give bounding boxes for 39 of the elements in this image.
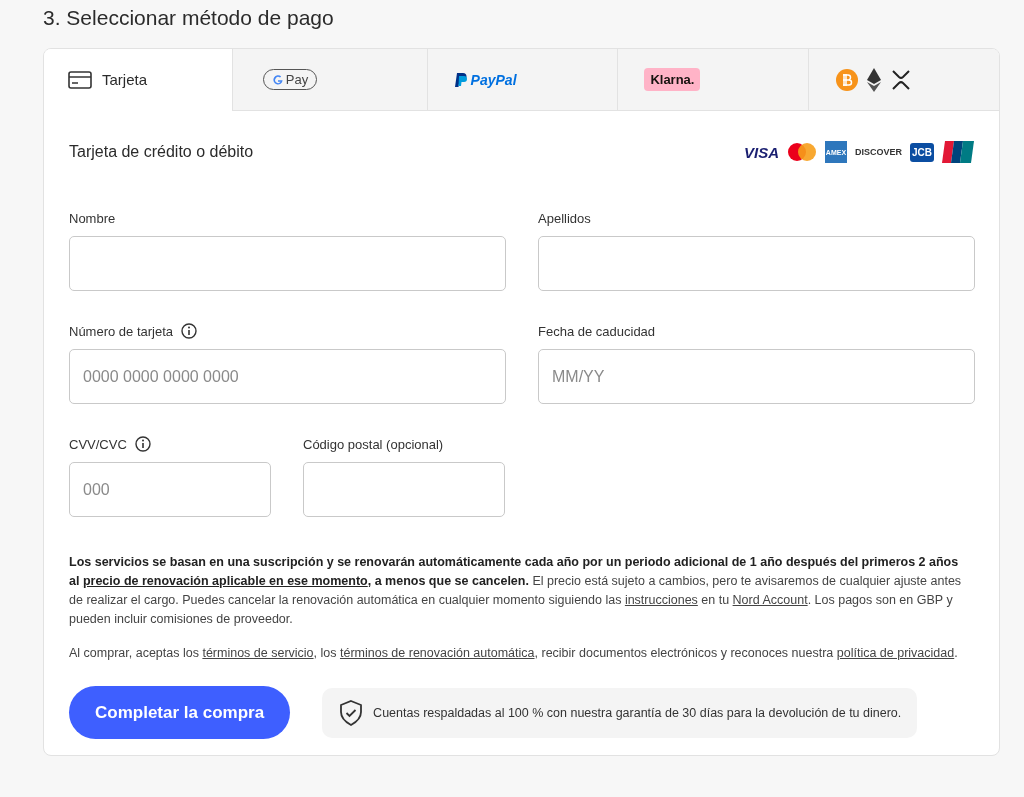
legal-paragraph: Los servicios se basan en una suscripción y se renovarán automáticamente cada año por un periodo adicional de 1 año después del primeros 2 años al precio de renovación aplicable en ese momento, a menos que se cancelen. El precio está sujeto a cambios, pero te avisaremos de cualquier ajuste antes de realizar el cargo. Puedes cancelar la renovación automática en cualquier momento siguiendo las instrucciones en tu Nord Account. Los pagos son en GBP y pueden incluir comisiones de proveedor. [69,554,963,628]
mastercard-logo-icon [786,143,817,161]
guarantee-text: Cuentas respaldadas al 100 % con nuestra garantía de 30 días para la devolución de tu dinero. [373,705,902,720]
input-field[interactable]: 000 [69,462,271,517]
info-icon[interactable] [134,436,151,452]
jcb-logo: JCB [910,142,934,162]
section-heading: 3. Seleccionar método de pago [43,5,335,31]
text-link[interactable]: Nord Account [732,593,808,607]
field-label: Nombre [69,210,116,226]
input-field[interactable] [303,462,505,517]
shield-check-icon [339,699,364,726]
payment-tab[interactable]: Tarjeta [44,49,232,111]
field-label: Apellidos [538,210,591,226]
field-label: Fecha de caducidad [538,323,656,339]
field-label: Número de tarjeta [69,323,174,339]
payment-tab[interactable]: Klarna. [617,49,809,111]
unionpay-logo-icon [942,141,974,163]
input-field[interactable]: MM/YY [538,349,975,404]
field-label: Código postal (opcional) [303,436,444,452]
discover-logo: DISCOVER [854,147,902,157]
input-field[interactable] [538,236,975,291]
input-field[interactable] [69,236,506,291]
text-link[interactable]: precio de renovación aplicable en ese momento [82,574,368,588]
form-title: Tarjeta de crédito o débito [69,143,254,161]
payment-tab[interactable]: PayPal [426,49,618,111]
text-link[interactable]: términos de servicio [202,646,314,660]
payment-tab[interactable] [808,49,999,111]
paypal-p-icon [453,71,468,88]
complete-purchase-button[interactable]: Completar la compra [69,686,291,739]
info-icon[interactable] [181,323,198,339]
legal-paragraph: Al comprar, aceptas los términos de servicio, los términos de renovación automática, recibir documentos electrónicos y reconoces nuestra política de privacidad. [69,645,959,662]
credit-card-icon [68,70,92,89]
field-label: CVV/CVC [69,436,127,452]
text-link[interactable]: términos de renovación automática [339,646,535,660]
payment-tab[interactable]: Pay [231,49,427,111]
g-letter-icon [271,73,284,86]
input-field[interactable]: 0000 0000 0000 0000 [69,349,506,404]
visa-logo: VISA [743,143,779,161]
text-link[interactable]: instrucciones [624,593,698,607]
